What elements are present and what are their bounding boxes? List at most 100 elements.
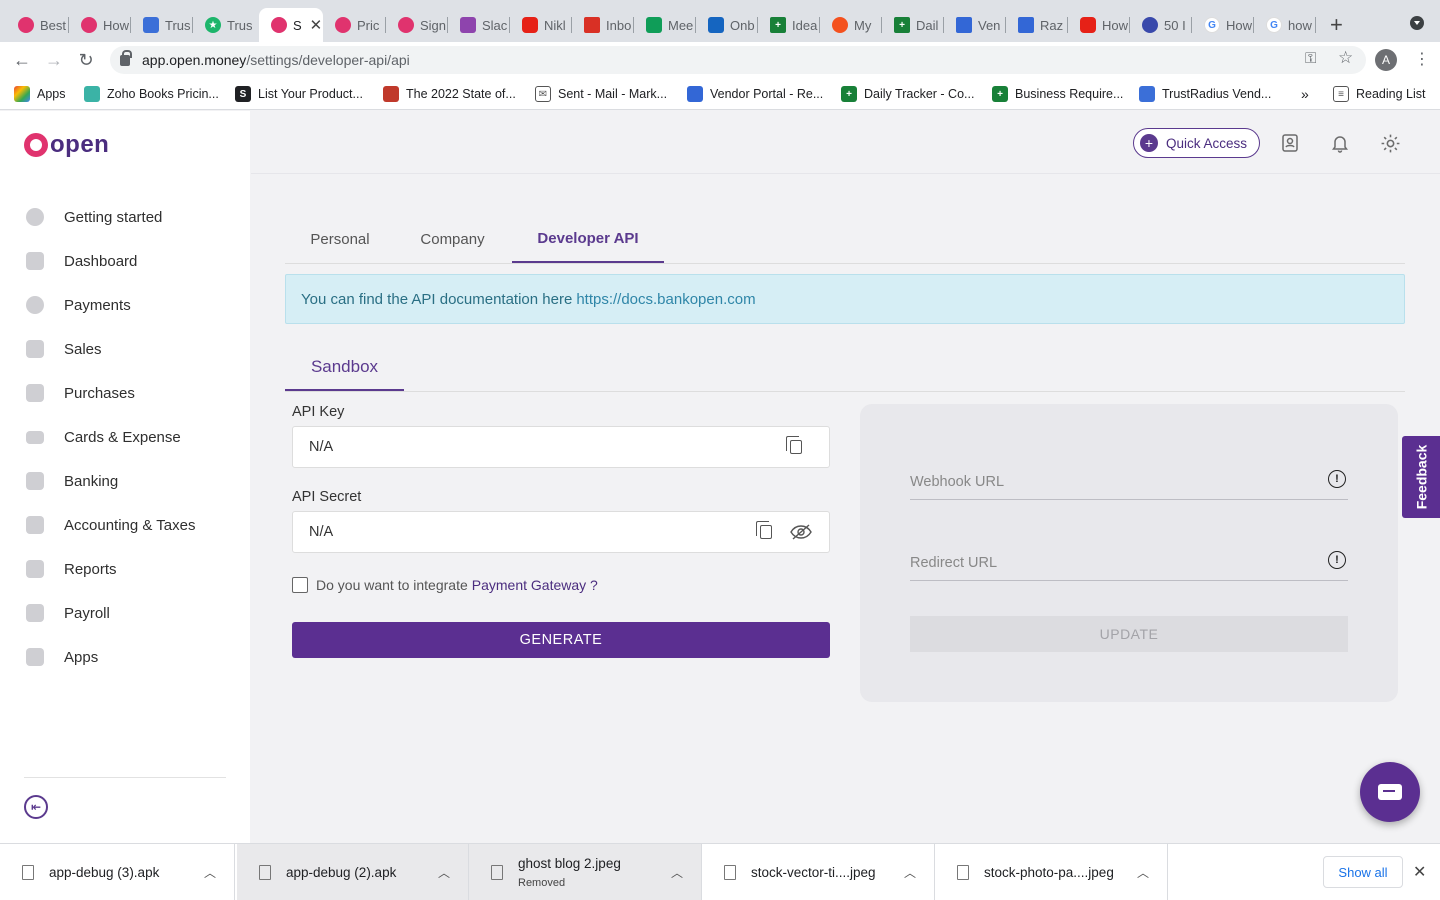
chevron-up-icon[interactable]: ︿ (204, 864, 216, 881)
browser-tab[interactable]: Ven (944, 8, 1006, 42)
browser-tab[interactable]: Best (6, 8, 69, 42)
key-icon[interactable]: ⚿ (1305, 50, 1316, 67)
hide-visibility-icon[interactable] (789, 523, 813, 541)
api-key-value: N/A (309, 439, 334, 455)
bookmark-item[interactable]: The 2022 State of... (383, 86, 516, 102)
sidebar-item-cards-expense[interactable]: Cards & Expense (26, 425, 181, 449)
close-tab-icon[interactable]: ✕ (310, 16, 323, 34)
copy-icon[interactable] (786, 436, 805, 456)
sidebar-item-apps[interactable]: Apps (26, 645, 98, 669)
api-docs-banner: You can find the API documentation here … (285, 274, 1405, 324)
bookmark-apps[interactable]: Apps (14, 86, 66, 102)
tab-search-icon[interactable] (1410, 16, 1424, 30)
browser-tab[interactable]: Nikl (510, 8, 572, 42)
browser-tab[interactable]: + Dail (882, 8, 944, 42)
browser-tab[interactable]: G How (1192, 8, 1254, 42)
notifications-bell-icon[interactable] (1329, 132, 1351, 154)
browser-tab[interactable]: Slac (448, 8, 510, 42)
more-bookmarks-icon[interactable]: » (1301, 86, 1309, 102)
sidebar-item-purchases[interactable]: Purchases (26, 381, 135, 405)
download-item[interactable]: stock-vector-ti....jpeg ︿ (702, 844, 935, 900)
browser-tab-active[interactable]: S ✕ (259, 8, 323, 42)
new-tab-icon[interactable]: + (1330, 12, 1343, 38)
browser-tab[interactable]: How (69, 8, 131, 42)
bookmark-item[interactable]: + Business Require... (992, 86, 1123, 102)
sidebar-item-accounting-taxes[interactable]: Accounting & Taxes (26, 513, 195, 537)
chat-launcher-button[interactable] (1360, 762, 1420, 822)
address-bar[interactable]: app.open.money/settings/developer-api/ap… (110, 46, 1366, 74)
chevron-up-icon[interactable]: ︿ (438, 864, 450, 881)
browser-tab[interactable]: Sign (386, 8, 448, 42)
webhook-url-input[interactable]: Webhook URL ! (910, 464, 1348, 500)
close-downloads-icon[interactable]: ✕ (1413, 862, 1426, 882)
bookmark-item[interactable]: S List Your Product... (235, 86, 363, 102)
profile-avatar[interactable]: A (1375, 49, 1397, 71)
download-item[interactable]: ghost blog 2.jpeg Removed ︿ (469, 844, 702, 900)
sidebar-item-payments[interactable]: Payments (26, 293, 131, 317)
sidebar-item-payroll[interactable]: Payroll (26, 601, 110, 625)
google-favicon: G (1266, 17, 1282, 33)
download-item[interactable]: app-debug (2).apk ︿ (237, 844, 469, 900)
api-secret-field[interactable]: N/A (292, 511, 830, 553)
sidebar-item-reports[interactable]: Reports (26, 557, 117, 581)
redirect-url-input[interactable]: Redirect URL ! (910, 545, 1348, 581)
generate-button[interactable]: GENERATE (292, 622, 830, 658)
tab-sandbox[interactable]: Sandbox (285, 344, 404, 391)
browser-tab[interactable]: Trus (131, 8, 193, 42)
sidebar-item-banking[interactable]: Banking (26, 469, 118, 493)
show-all-downloads-button[interactable]: Show all (1323, 856, 1403, 888)
sidebar-item-getting-started[interactable]: Getting started (26, 205, 162, 229)
bookmark-item[interactable]: TrustRadius Vend... (1139, 86, 1271, 102)
tab-personal[interactable]: Personal (285, 216, 395, 263)
feedback-tab[interactable]: Feedback (1402, 436, 1440, 518)
download-item[interactable]: stock-photo-pa....jpeg ︿ (935, 844, 1168, 900)
collapse-sidebar-icon[interactable]: ⇤ (24, 795, 48, 819)
browser-tab[interactable]: Pric (323, 8, 386, 42)
settings-gear-icon[interactable] (1379, 132, 1401, 154)
bookmark-item[interactable]: Zoho Books Pricin... (84, 86, 219, 102)
forward-icon[interactable]: → (42, 48, 66, 72)
api-key-field[interactable]: N/A (292, 426, 830, 468)
browser-tab[interactable]: + Idea (758, 8, 820, 42)
update-button[interactable]: UPDATE (910, 616, 1348, 652)
browser-tab[interactable]: Inbo (572, 8, 634, 42)
browser-tab[interactable]: My (820, 8, 882, 42)
chevron-up-icon[interactable]: ︿ (1137, 864, 1149, 881)
info-icon[interactable]: ! (1328, 551, 1346, 569)
bookmarks-bar: Apps Zoho Books Pricin... S List Your Pro… (0, 78, 1440, 110)
reload-icon[interactable]: ↻ (74, 48, 98, 72)
payment-gateway-checkbox[interactable] (292, 577, 308, 593)
image-file-icon (491, 865, 503, 880)
star-icon[interactable]: ☆ (1338, 48, 1353, 68)
sidebar-item-dashboard[interactable]: Dashboard (26, 249, 137, 273)
chevron-up-icon[interactable]: ︿ (904, 864, 916, 881)
environment-tabs: Sandbox (285, 344, 1405, 392)
bulb-icon (26, 208, 44, 226)
back-icon[interactable]: ← (10, 48, 34, 72)
download-item[interactable]: app-debug (3).apk ︿ (0, 844, 235, 900)
tab-company[interactable]: Company (395, 216, 510, 263)
browser-tab[interactable]: 50 I (1130, 8, 1192, 42)
sidebar-item-sales[interactable]: Sales (26, 337, 102, 361)
api-docs-link[interactable]: https://docs.bankopen.com (576, 291, 755, 308)
browser-tab[interactable]: Mee (634, 8, 696, 42)
browser-tab[interactable]: How (1068, 8, 1130, 42)
contacts-icon[interactable] (1279, 132, 1301, 154)
quick-access-button[interactable]: + Quick Access (1133, 128, 1260, 158)
browser-menu-icon[interactable]: ⋮ (1414, 49, 1430, 69)
browser-tab[interactable]: Onb (696, 8, 758, 42)
bookmark-item[interactable]: + Daily Tracker - Co... (841, 86, 974, 102)
payment-gateway-link[interactable]: Payment Gateway ? (472, 577, 598, 593)
info-icon[interactable]: ! (1328, 470, 1346, 488)
browser-tab[interactable]: Ghow (1254, 8, 1316, 42)
tab-developer-api[interactable]: Developer API (512, 216, 664, 263)
copy-icon[interactable] (756, 521, 775, 541)
tab-favicon (460, 17, 476, 33)
bookmark-item[interactable]: Vendor Portal - Re... (687, 86, 823, 102)
reading-list[interactable]: ≡ Reading List (1333, 86, 1426, 102)
bookmark-item[interactable]: ✉ Sent - Mail - Mark... (535, 86, 667, 102)
chevron-up-icon[interactable]: ︿ (671, 864, 683, 881)
browser-tab[interactable]: Raz (1006, 8, 1068, 42)
open-logo[interactable]: open (24, 131, 109, 159)
browser-tab[interactable]: ★ Trus (193, 8, 255, 42)
